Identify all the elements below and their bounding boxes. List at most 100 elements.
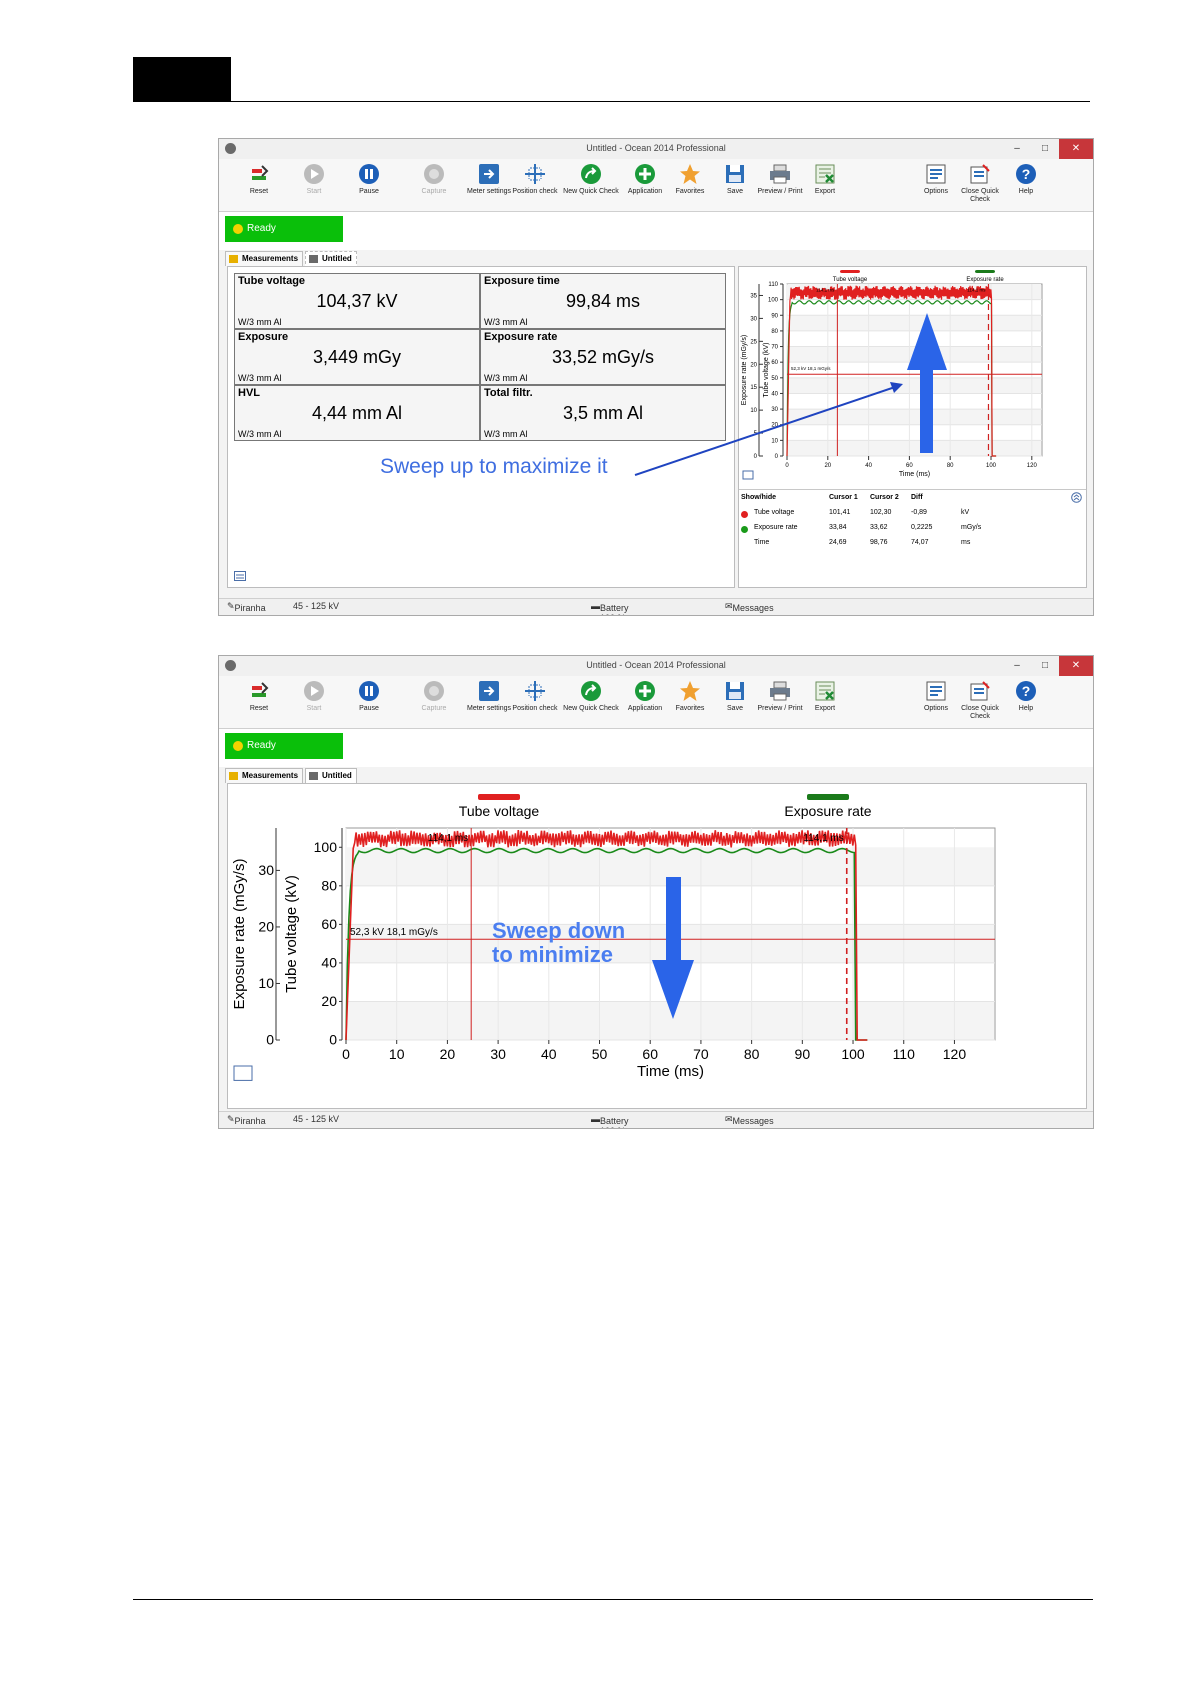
pause-label: Pause <box>359 188 379 195</box>
voltage-tick-label: 100 <box>768 298 779 304</box>
tab-measurements[interactable]: Measurements <box>225 768 304 783</box>
start-button[interactable]: Start <box>286 163 342 196</box>
chart-2[interactable]: Tube voltage Exposure rate020406080100010… <box>228 784 1086 1108</box>
minimize-button[interactable]: – <box>1003 656 1031 676</box>
position-check-button[interactable]: Position check <box>507 680 563 713</box>
new-quick-check-button[interactable]: New Quick Check <box>561 163 621 196</box>
voltage-tick-label: 40 <box>321 955 337 971</box>
diff-value: -0,89 <box>911 509 927 516</box>
untitled-tab-icon <box>309 772 318 780</box>
exposure-rate-visibility-dot[interactable] <box>741 526 748 533</box>
pause-button[interactable]: Pause <box>341 680 397 713</box>
rate-tick-label: 20 <box>750 362 757 368</box>
measurement-value: 3,5 mm Al <box>562 403 644 423</box>
title-bar: Untitled - Ocean 2014 Professional – □ ✕ <box>219 139 1093 159</box>
cursor-readout: 52,3 kV 18,1 mGy/s <box>350 927 438 938</box>
measurement-filter: W/3 mm Al <box>238 429 282 439</box>
print-icon <box>770 681 790 701</box>
help-button[interactable]: ? Help <box>998 680 1054 713</box>
x-tick-label: 70 <box>693 1046 709 1062</box>
capture-button[interactable]: Capture <box>406 680 462 713</box>
voltage-axis-label: Tube voltage (kV) <box>283 875 300 993</box>
cursor2-value: 98,76 <box>870 539 888 546</box>
voltage-tick-label: 20 <box>321 993 337 1009</box>
rate-axis-label: Exposure rate (mGy/s) <box>741 335 748 405</box>
quick-check-icon <box>581 164 601 184</box>
ready-status: Ready <box>225 733 343 759</box>
device-name: ✎ Piranha <box>227 601 266 613</box>
measurement-exposure-time[interactable]: Exposure time 99,84 ms W/3 mm Al <box>480 273 726 329</box>
measurement-tube-voltage[interactable]: Tube voltage 104,37 kV W/3 mm Al <box>234 273 480 329</box>
messages-link[interactable]: ✉ Messages <box>725 1114 774 1126</box>
new-quick-check-label: New Quick Check <box>563 705 619 712</box>
favorites-label: Favorites <box>675 188 705 195</box>
export-button[interactable]: Export <box>797 163 853 196</box>
measurement-total-filtration[interactable]: Total filtr. 3,5 mm Al W/3 mm Al <box>480 385 726 441</box>
tab-measurements-label: Measurements <box>242 254 299 263</box>
voltage-tick-label: 0 <box>775 454 779 460</box>
export-button[interactable]: Export <box>797 680 853 713</box>
measurement-filter: W/3 mm Al <box>238 373 282 383</box>
tab-strip: Measurements Untitled <box>219 250 1093 269</box>
legend-label: Exposure rate <box>784 803 871 819</box>
chart-1[interactable]: Tube voltage Exposure rate010203040506070… <box>739 267 1086 487</box>
rate-tick-label: 30 <box>750 316 757 322</box>
cursor-2-mark: 114,1 ms <box>803 833 843 844</box>
voltage-tick-label: 80 <box>321 877 337 893</box>
close-button[interactable]: ✕ <box>1059 656 1093 676</box>
grid-band <box>347 1001 994 1040</box>
x-tick-label: 0 <box>342 1046 350 1062</box>
capture-button[interactable]: Capture <box>406 163 462 196</box>
application-label: Application <box>627 188 663 195</box>
status-bar: ✎ Piranha 45 - 125 kV ▬ Battery 100 % ✉ … <box>219 1111 1093 1128</box>
measurement-exposure-rate[interactable]: Exposure rate 33,52 mGy/s W/3 mm Al <box>480 329 726 385</box>
pause-icon <box>359 164 379 184</box>
help-button[interactable]: ? Help <box>998 163 1054 196</box>
cursor2-value: 33,62 <box>870 524 888 531</box>
kv-range: 45 - 125 kV <box>293 601 340 611</box>
tube-voltage-visibility-dot[interactable] <box>741 511 748 518</box>
favorites-label: Favorites <box>675 705 705 712</box>
cursor-header-c2: Cursor 2 <box>870 494 899 501</box>
cursor-header-diff: Diff <box>911 494 923 501</box>
reset-button[interactable]: Reset <box>231 680 287 713</box>
legend-label: Tube voltage <box>833 277 868 283</box>
reset-button[interactable]: Reset <box>231 163 287 196</box>
measurement-exposure[interactable]: Exposure 3,449 mGy W/3 mm Al <box>234 329 480 385</box>
pause-button[interactable]: Pause <box>341 163 397 196</box>
messages-link[interactable]: ✉ Messages <box>725 601 774 613</box>
window-title: Untitled - Ocean 2014 Professional <box>586 660 726 670</box>
view-toggle-icon[interactable] <box>234 571 246 581</box>
minimize-button[interactable]: – <box>1003 139 1031 159</box>
x-tick-label: 40 <box>541 1046 557 1062</box>
measurement-value: 3,449 mGy <box>312 347 402 367</box>
rate-tick-label: 30 <box>258 862 274 878</box>
legend-swatch <box>975 270 995 273</box>
voltage-tick-label: 30 <box>771 407 778 413</box>
rate-tick-label: 35 <box>750 293 757 299</box>
start-label: Start <box>306 705 322 712</box>
position-check-button[interactable]: Position check <box>507 163 563 196</box>
expand-icon[interactable] <box>1071 492 1082 503</box>
window-title: Untitled - Ocean 2014 Professional <box>586 143 726 153</box>
x-tick-label: 110 <box>893 1046 916 1062</box>
title-bar: Untitled - Ocean 2014 Professional – □ ✕ <box>219 656 1093 676</box>
chart-view-icon[interactable] <box>233 1065 253 1081</box>
new-quick-check-button[interactable]: New Quick Check <box>561 680 621 713</box>
tab-measurements[interactable]: Measurements <box>225 251 304 266</box>
x-tick-label: 40 <box>865 463 872 469</box>
measurement-hvl[interactable]: HVL 4,44 mm Al W/3 mm Al <box>234 385 480 441</box>
close-quick-check-icon <box>970 681 990 701</box>
close-button[interactable]: ✕ <box>1059 139 1093 159</box>
diff-value: 0,2225 <box>911 524 933 531</box>
capture-icon <box>424 681 444 701</box>
rate-tick-label: 5 <box>754 431 758 437</box>
close-quick-check-label: Close Quick Check <box>961 188 999 203</box>
start-button[interactable]: Start <box>286 680 342 713</box>
maximize-button[interactable]: □ <box>1031 656 1059 676</box>
chart-view-icon[interactable] <box>742 470 754 480</box>
maximize-button[interactable]: □ <box>1031 139 1059 159</box>
tab-untitled-label: Untitled <box>322 254 352 263</box>
cursor-row-exposure-rate: Exposure rate 33,84 33,62 0,2225 mGy/s <box>739 524 1086 536</box>
capture-label: Capture <box>421 188 447 195</box>
